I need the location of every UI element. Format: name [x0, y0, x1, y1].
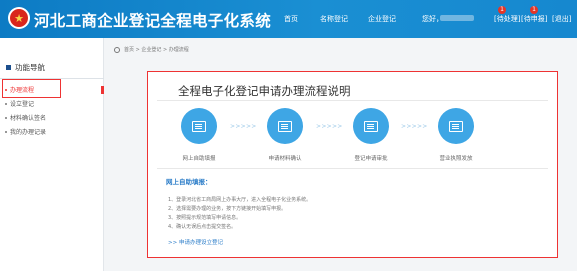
document-icon: [364, 120, 378, 132]
sidebar-item-confirm-sign[interactable]: 材料确认签名: [5, 113, 46, 122]
instruction-line: 3、按照提示规范填写申请信息。: [168, 215, 242, 221]
sidebar-heading-label: 功能导航: [15, 63, 45, 72]
license-icon: [449, 120, 463, 132]
logout-link[interactable]: [退出]: [552, 14, 571, 24]
step-license-icon: [438, 108, 474, 144]
nav-home[interactable]: 首页: [284, 14, 298, 24]
divider: [157, 100, 548, 101]
emblem-logo: ★: [8, 7, 30, 29]
section-title: 网上自助填报：: [166, 178, 212, 186]
step-approve-icon: [353, 108, 389, 144]
nav-enterprise-registration[interactable]: 企业登记: [368, 14, 396, 24]
active-indicator: [101, 86, 104, 94]
site-title: 河北工商企业登记全程电子化系统: [34, 12, 272, 30]
top-header: ★ 河北工商企业登记全程电子化系统 首页 名称登记 企业登记 您好， 1 [待处…: [0, 0, 577, 38]
todo-link[interactable]: [待申报]: [521, 14, 547, 24]
divider: [157, 168, 548, 169]
step-label: 申请材料确认: [268, 156, 302, 162]
panel-title: 全程电子化登记申请办理流程说明: [178, 84, 351, 98]
todo-count-badge: 1: [530, 6, 538, 14]
username-redacted: [440, 15, 474, 21]
form-icon: [192, 120, 206, 132]
sidebar-item-label: 办理流程: [10, 87, 35, 94]
breadcrumb: 首页 > 企业登记 > 办理流程: [114, 46, 189, 53]
sidebar-item-records[interactable]: 我的办理记录: [5, 127, 46, 136]
sidebar-item-establish[interactable]: 设立登记: [5, 99, 34, 108]
apply-establish-link[interactable]: >> 申请办理设立登记: [168, 238, 223, 246]
pending-count-badge: 1: [498, 6, 506, 14]
sidebar-item-process[interactable]: 办理流程: [5, 85, 34, 94]
square-icon: [6, 65, 11, 70]
arrow-separator: >>>>>: [316, 123, 343, 130]
nav-name-registration[interactable]: 名称登记: [320, 14, 348, 24]
sidebar: 功能导航: [0, 38, 104, 271]
process-panel: 全程电子化登记申请办理流程说明 >>>>> >>>>> >>>>> 网上自助填报…: [147, 71, 558, 258]
pending-link[interactable]: [待处理]: [494, 14, 520, 24]
step-label: 网上自助填报: [182, 156, 216, 162]
step-label: 登记申请审批: [354, 156, 388, 162]
step-label: 营业执照发放: [439, 156, 473, 162]
arrow-separator: >>>>>: [401, 123, 428, 130]
sidebar-item-label: 我的办理记录: [10, 129, 47, 136]
sidebar-heading: 功能导航: [6, 62, 45, 73]
sidebar-item-label: 设立登记: [10, 101, 35, 108]
arrow-separator: >>>>>: [230, 123, 257, 130]
step-fill-icon: [181, 108, 217, 144]
sidebar-item-label: 材料确认签名: [10, 115, 47, 122]
breadcrumb-text: 首页 > 企业登记 > 办理流程: [124, 47, 189, 53]
instruction-line: 1、登录河北省工商局网上办事大厅，进入全程电子化业务系统。: [168, 197, 312, 203]
location-pin-icon: [114, 46, 120, 53]
step-confirm-icon: [267, 108, 303, 144]
star-icon: ★: [14, 11, 24, 25]
instruction-line: 2、选择需要办理的业务，按下方链接开始填写申报。: [168, 206, 287, 212]
id-card-icon: [278, 120, 292, 132]
instruction-line: 4、确认无误后点击提交签名。: [168, 224, 237, 230]
